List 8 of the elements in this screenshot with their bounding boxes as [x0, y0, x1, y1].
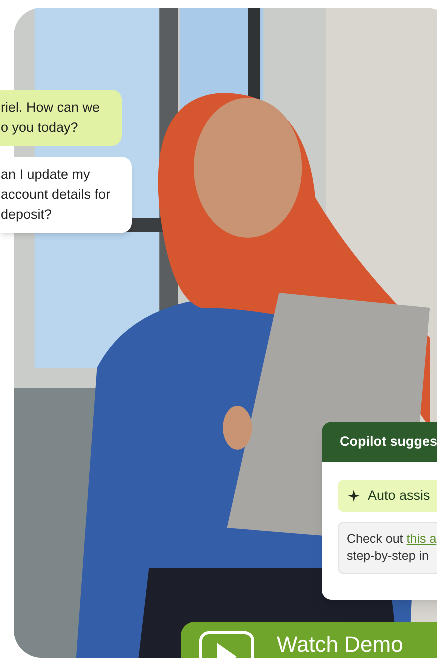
auto-assist-button[interactable]: Auto assis: [338, 480, 437, 512]
article-link[interactable]: this a: [406, 532, 437, 546]
sparkle-icon: [348, 490, 360, 502]
card-title: Copilot sugges: [340, 432, 437, 451]
suggestion-message: Check out this a step-by-step in: [338, 522, 437, 574]
chat-bubble: an I update my account details for deposit?: [0, 157, 132, 233]
watch-demo-button[interactable]: Watch Demo: [181, 622, 437, 658]
chat-bubble: riel. How can we o you today?: [0, 90, 122, 146]
